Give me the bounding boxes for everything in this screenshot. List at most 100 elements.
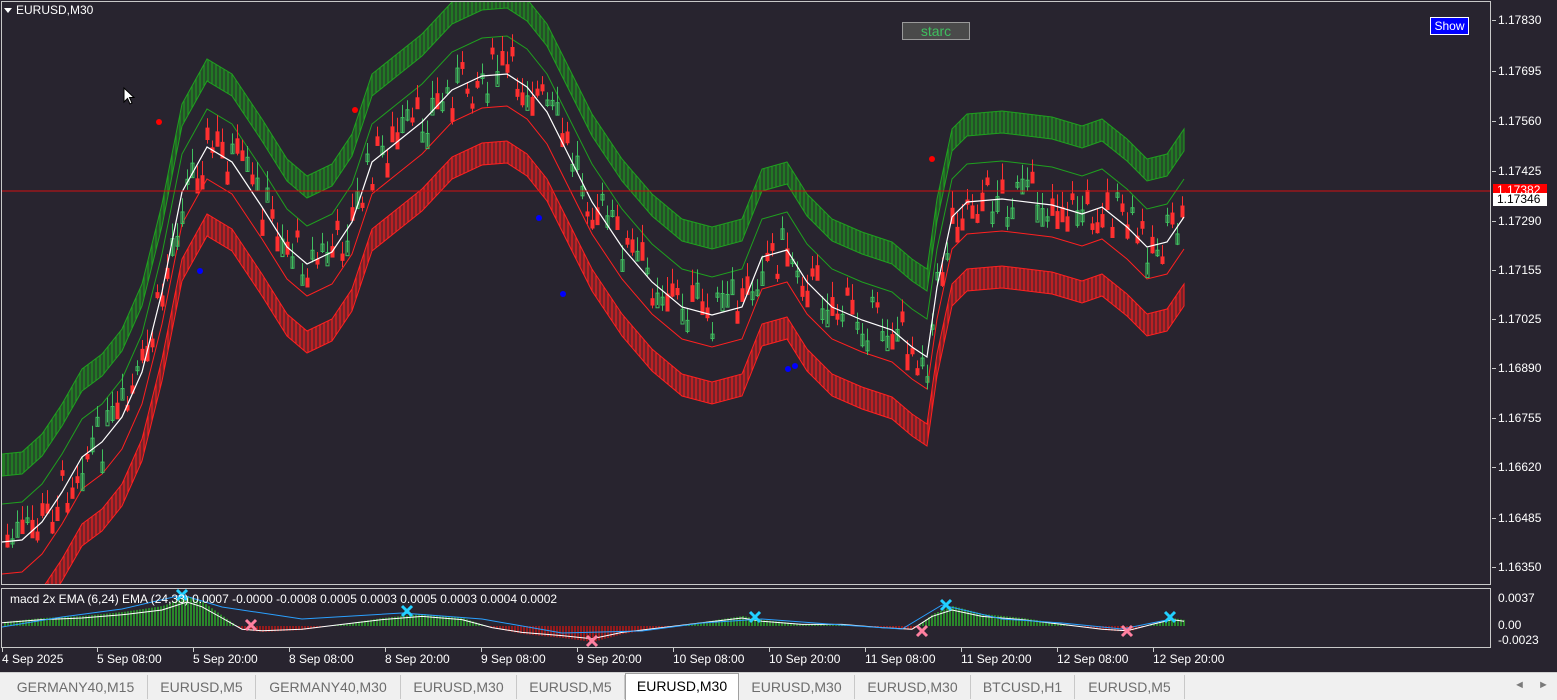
candle-body bbox=[740, 288, 745, 302]
chart-tab[interactable]: EURUSD,M5 bbox=[148, 675, 256, 699]
candle-body bbox=[250, 174, 255, 185]
macd-bar bbox=[205, 604, 207, 626]
candle-body bbox=[375, 136, 380, 146]
candle-body bbox=[850, 299, 855, 315]
macd-bar bbox=[430, 614, 432, 626]
dropdown-arrow-icon[interactable] bbox=[4, 7, 12, 13]
macd-bar bbox=[967, 610, 969, 626]
candle-body bbox=[910, 347, 915, 355]
candle-body bbox=[960, 218, 965, 231]
macd-bar bbox=[601, 626, 603, 640]
lower-inner-band bbox=[2, 105, 1185, 575]
candle-body bbox=[460, 62, 465, 69]
macd-bar bbox=[157, 606, 159, 626]
candle-body bbox=[1160, 256, 1165, 264]
time-axis-label: 9 Sep 20:00 bbox=[577, 652, 642, 666]
time-axis-label: 9 Sep 08:00 bbox=[481, 652, 546, 666]
candle-body bbox=[450, 108, 455, 122]
macd-bar bbox=[166, 604, 168, 626]
candle-body bbox=[640, 242, 645, 261]
macd-bar bbox=[598, 626, 600, 641]
macd-bar bbox=[742, 616, 744, 626]
candle-body bbox=[1110, 226, 1115, 239]
macd-bar bbox=[208, 606, 210, 626]
price-chart-canvas[interactable] bbox=[2, 2, 1490, 584]
price-scale-tick bbox=[1492, 221, 1496, 222]
candle-body bbox=[705, 307, 710, 319]
price-scale-label: 1.17560 bbox=[1498, 114, 1542, 128]
indicator-scale[interactable]: 0.0037 0.00 -0.0023 bbox=[1492, 588, 1557, 648]
macd-bar bbox=[985, 614, 987, 626]
signal-dot bbox=[197, 268, 203, 274]
macd-bar bbox=[976, 612, 978, 626]
current-price-tag: 1.17346 bbox=[1493, 193, 1547, 206]
chart-tab[interactable]: BTCUSD,H1 bbox=[971, 675, 1075, 699]
chart-tab[interactable]: GERMANY40,M30 bbox=[256, 675, 401, 699]
scroll-right-icon[interactable]: ► bbox=[1538, 679, 1549, 691]
indicator-scale-label: 0.00 bbox=[1498, 618, 1522, 632]
sell-cross-icon bbox=[915, 624, 929, 638]
price-scale-label: 1.16755 bbox=[1498, 411, 1542, 425]
candle-body bbox=[240, 150, 245, 162]
macd-bar bbox=[142, 609, 144, 626]
candle-body bbox=[1105, 192, 1110, 211]
macd-bar bbox=[445, 616, 447, 626]
price-scale-tick bbox=[1492, 20, 1496, 21]
candle-body bbox=[975, 213, 980, 223]
chart-tab[interactable]: EURUSD,M5 bbox=[1075, 675, 1185, 699]
price-scale-tick bbox=[1492, 71, 1496, 72]
macd-bar bbox=[133, 610, 135, 626]
time-axis[interactable]: 4 Sep 2025 5 Sep 08:00 5 Sep 20:00 8 Sep 08… bbox=[0, 648, 1492, 672]
chart-tab[interactable]: GERMANY40,M15 bbox=[4, 675, 148, 699]
price-scale-label: 1.16485 bbox=[1498, 511, 1542, 525]
signal-dot bbox=[536, 215, 542, 221]
price-scale-tick bbox=[1492, 171, 1496, 172]
candle-body bbox=[970, 205, 975, 219]
candle-body bbox=[690, 285, 695, 302]
macd-bar bbox=[145, 608, 147, 626]
macd-bar bbox=[136, 609, 138, 626]
signal-dot bbox=[560, 291, 566, 297]
price-scale-label: 1.16620 bbox=[1498, 460, 1542, 474]
candle-body bbox=[770, 243, 775, 251]
terminal-window: EURUSD,M30 starc Show 1.17830 1.17695 1.17… bbox=[0, 0, 1557, 700]
chart-window[interactable]: EURUSD,M30 starc Show 1.17830 1.17695 1.17… bbox=[0, 0, 1557, 672]
signal-dot bbox=[156, 119, 162, 125]
macd-bar bbox=[961, 608, 963, 626]
macd-bar bbox=[223, 616, 225, 626]
candle-body bbox=[50, 521, 55, 534]
macd-bar bbox=[745, 616, 747, 626]
time-axis-label: 5 Sep 08:00 bbox=[97, 652, 162, 666]
candle-body bbox=[530, 96, 535, 116]
macd-bar bbox=[973, 611, 975, 626]
chart-tab-active[interactable]: EURUSD,M30 bbox=[625, 673, 739, 700]
macd-bar bbox=[586, 626, 588, 642]
price-chart-pane[interactable] bbox=[1, 1, 1491, 585]
chart-tab[interactable]: EURUSD,M30 bbox=[739, 675, 855, 699]
signal-dot bbox=[785, 366, 791, 372]
time-axis-label: 10 Sep 20:00 bbox=[769, 652, 841, 666]
candle-body bbox=[410, 117, 415, 123]
candle-body bbox=[60, 470, 65, 476]
chart-tab[interactable]: EURUSD,M5 bbox=[517, 675, 625, 699]
macd-bar bbox=[421, 614, 423, 626]
candle-body bbox=[510, 46, 515, 57]
candle-body bbox=[270, 209, 275, 219]
starc-button[interactable]: starc bbox=[902, 22, 970, 40]
price-scale-label: 1.17830 bbox=[1498, 13, 1542, 27]
candle-body bbox=[1120, 203, 1125, 212]
candle-body bbox=[200, 175, 205, 190]
candle-body bbox=[765, 252, 770, 262]
price-scale[interactable]: 1.17830 1.17695 1.17560 1.17425 1.17290 1.171… bbox=[1492, 0, 1557, 586]
price-scale-tick bbox=[1492, 467, 1496, 468]
chart-tab[interactable]: EURUSD,M30 bbox=[401, 675, 517, 699]
symbol-title[interactable]: EURUSD,M30 bbox=[4, 3, 93, 17]
signal-dot bbox=[792, 363, 798, 369]
candle-body bbox=[490, 47, 495, 55]
chart-tab[interactable]: EURUSD,M30 bbox=[855, 675, 971, 699]
scroll-left-icon[interactable]: ◄ bbox=[1514, 679, 1525, 691]
show-button[interactable]: Show bbox=[1430, 17, 1469, 35]
candle-body bbox=[800, 285, 805, 297]
candle-body bbox=[1085, 190, 1090, 205]
macd-bar bbox=[970, 610, 972, 626]
